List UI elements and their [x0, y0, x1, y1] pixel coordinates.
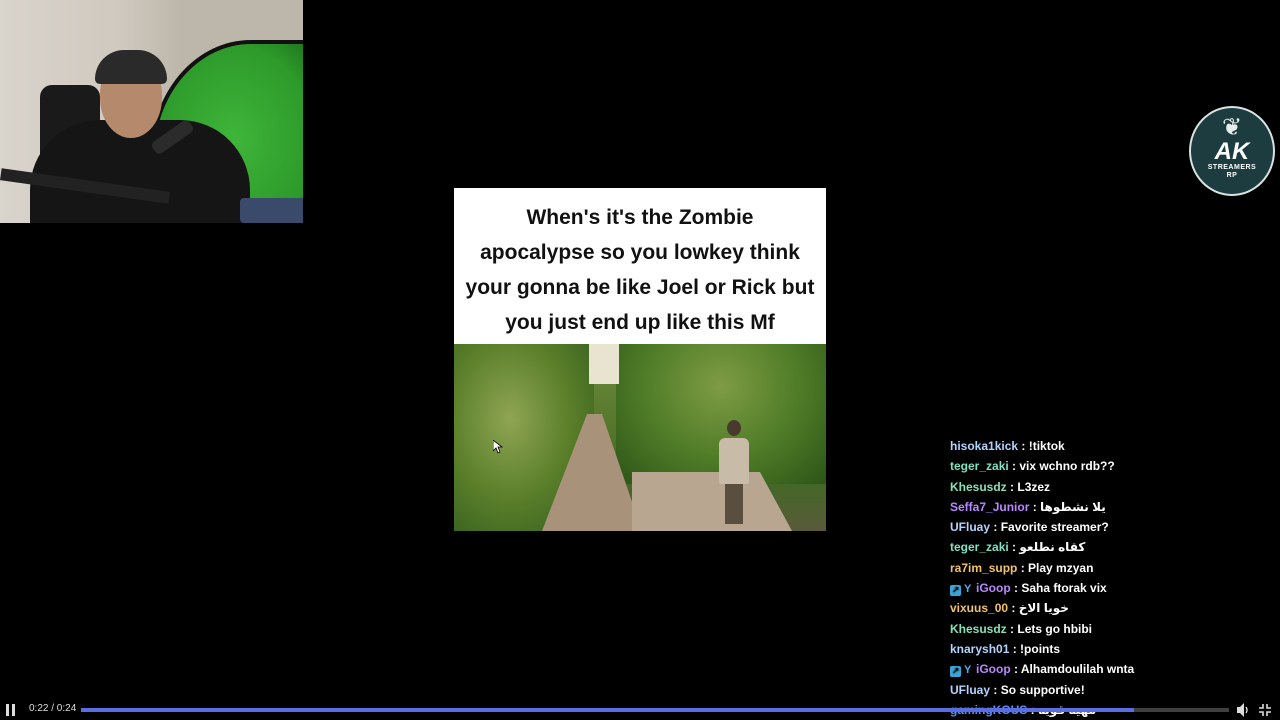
meme-photo — [454, 344, 826, 531]
chat-username[interactable]: Seffa7_Junior — [950, 500, 1029, 514]
chat-message: ↗ YiGoop : Alhamdoulilah wnta — [950, 659, 1270, 679]
chat-message: knarysh01 : !points — [950, 639, 1270, 659]
chat-message: Khesusdz : Lets go hbibi — [950, 619, 1270, 639]
chat-text: !tiktok — [1028, 439, 1065, 453]
mouse-cursor-icon — [493, 440, 503, 454]
ak-streamers-logo: ❦ AK STREAMERS RP — [1189, 106, 1275, 196]
subscriber-badge-icon: ↗ — [950, 666, 961, 678]
exit-fullscreen-icon[interactable] — [1258, 703, 1272, 717]
logo-main-text: AK — [1214, 138, 1250, 165]
chat-separator: : — [1008, 540, 1020, 555]
volume-icon[interactable] — [1236, 702, 1250, 718]
chat-text: Alhamdoulilah wnta — [1020, 662, 1135, 677]
chat-username[interactable]: iGoop — [976, 662, 1011, 676]
chat-username[interactable]: knarysh01 — [950, 642, 1009, 656]
pause-button[interactable] — [6, 704, 16, 716]
chat-separator: : — [990, 682, 1001, 697]
chat-separator: : — [1009, 641, 1021, 656]
chat-separator: : — [1010, 581, 1022, 596]
chat-username[interactable]: teger_zaki — [950, 459, 1009, 473]
time-display: 0:22 / 0:24 — [29, 703, 77, 714]
meme-image: When's it's the Zombie apocalypse so you… — [454, 188, 826, 531]
chat-text: Favorite streamer? — [1000, 520, 1109, 535]
chat-username[interactable]: Khesusdz — [950, 480, 1007, 494]
chat-separator: : — [1010, 662, 1021, 677]
chat-username[interactable]: teger_zaki — [950, 540, 1009, 554]
chat-separator: : — [1006, 479, 1018, 494]
verified-badge-icon: Y — [964, 664, 972, 677]
subscriber-badge-icon: ↗ — [950, 585, 961, 597]
chat-text: vix wchno rdb?? — [1019, 459, 1115, 474]
keyboard — [240, 198, 303, 223]
chat-username[interactable]: Khesusdz — [950, 622, 1007, 636]
chat-username[interactable]: ra7im_supp — [950, 561, 1017, 575]
chat-message: vixuus_00 : خويا الاخ — [950, 598, 1270, 618]
chat-separator: : — [1006, 621, 1018, 636]
chat-text: Lets go hbibi — [1017, 621, 1093, 636]
chat-overlay: hisoka1kick : !tiktok teger_zaki : vix wc… — [950, 436, 1270, 720]
eagle-icon: ❦ — [1221, 114, 1243, 141]
chat-message: Seffa7_Junior : يلا نشطوها — [950, 497, 1270, 517]
chat-message: teger_zaki : كقاه نطلعو — [950, 537, 1270, 557]
chat-username[interactable]: vixuus_00 — [950, 601, 1008, 615]
verified-badge-icon: Y — [964, 583, 972, 596]
progress-fill — [81, 708, 1134, 712]
chat-text: خويا الاخ — [1018, 601, 1069, 616]
progress-bar[interactable] — [81, 708, 1229, 712]
chat-text: يلا نشطوها — [1040, 499, 1106, 514]
chat-message: ↗ YiGoop : Saha ftorak vix — [950, 578, 1270, 598]
webcam-overlay — [0, 0, 303, 223]
chat-message: UFluay : Favorite streamer? — [950, 517, 1270, 537]
streamer-cap — [95, 50, 167, 84]
chat-username[interactable]: hisoka1kick — [950, 439, 1018, 453]
meme-caption: When's it's the Zombie apocalypse so you… — [465, 206, 815, 334]
chat-text: !points — [1020, 641, 1061, 656]
chat-message: ra7im_supp : Play mzyan — [950, 558, 1270, 578]
chat-text: Saha ftorak vix — [1021, 581, 1107, 596]
chat-separator: : — [1008, 601, 1019, 616]
chat-text: L3zez — [1017, 479, 1051, 494]
chat-message: UFluay : So supportive! — [950, 680, 1270, 700]
chat-message: hisoka1kick : !tiktok — [950, 436, 1270, 456]
chat-text: So supportive! — [1000, 682, 1085, 697]
player-controls: 0:22 / 0:24 — [0, 700, 1280, 720]
chat-separator: : — [1029, 499, 1041, 514]
chat-separator: : — [1017, 560, 1029, 575]
chat-text: كقاه نطلعو — [1019, 540, 1086, 555]
chat-message: Khesusdz : L3zez — [950, 477, 1270, 497]
person-figure — [716, 420, 752, 530]
chat-username[interactable]: UFluay — [950, 520, 990, 534]
chat-message: teger_zaki : vix wchno rdb?? — [950, 456, 1270, 476]
chat-username[interactable]: UFluay — [950, 683, 990, 697]
chat-separator: : — [1018, 439, 1029, 453]
chat-username[interactable]: iGoop — [976, 581, 1011, 595]
chat-text: Play mzyan — [1028, 560, 1094, 575]
sky — [589, 344, 619, 384]
chat-separator: : — [1008, 459, 1020, 474]
logo-sub-text-1: STREAMERS — [1207, 164, 1257, 171]
chat-separator: : — [990, 520, 1001, 535]
logo-sub-text-2: RP — [1226, 172, 1238, 179]
